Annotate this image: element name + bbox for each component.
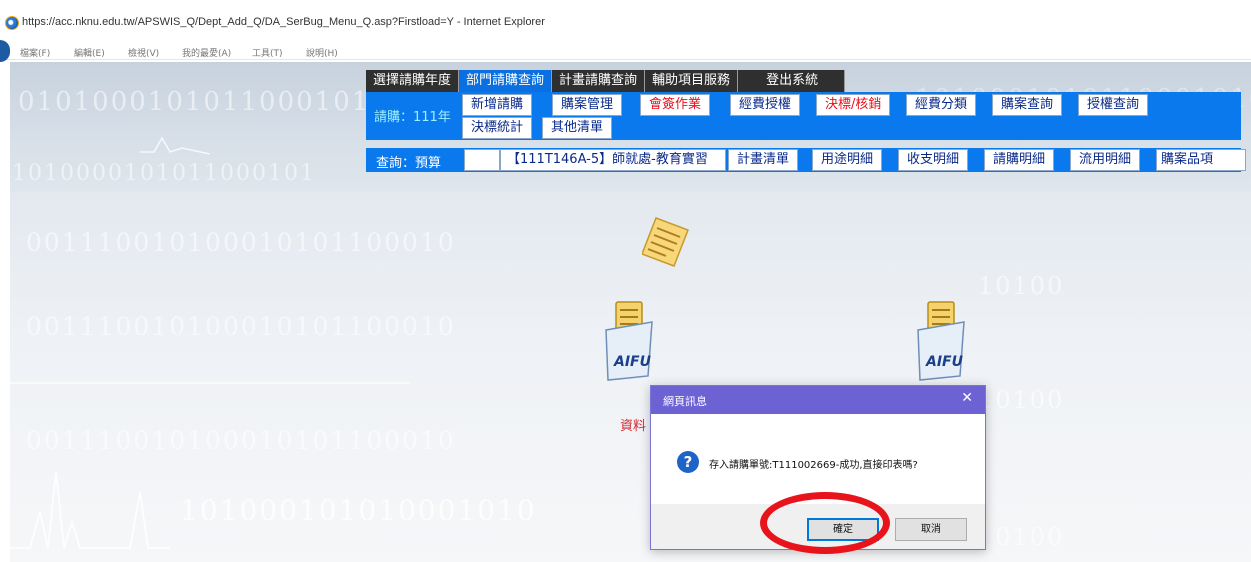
menu-help[interactable]: 說明(H) bbox=[306, 46, 338, 59]
authorization-query-button[interactable]: 授權查詢 bbox=[1078, 94, 1149, 116]
binary-decoration: 1010000101011000101 bbox=[12, 161, 316, 186]
tab-aux-services[interactable]: 輔助項目服務 bbox=[645, 70, 739, 92]
dialog-title: 網頁訊息 bbox=[663, 395, 707, 408]
award-statistics-button[interactable]: 決標統計 bbox=[462, 117, 533, 139]
add-purchase-button[interactable]: 新增請購 bbox=[462, 94, 533, 116]
other-list-button[interactable]: 其他清單 bbox=[542, 117, 613, 139]
budget-authorization-button[interactable]: 經費授權 bbox=[730, 94, 801, 116]
tab-select-year[interactable]: 選擇請購年度 bbox=[366, 70, 460, 92]
annotation-highlight-circle bbox=[760, 492, 890, 554]
window-title-bar: https://acc.nknu.edu.tw/APSWIS_Q/Dept_Ad… bbox=[0, 0, 1251, 40]
budget-category-button[interactable]: 經費分類 bbox=[906, 94, 977, 116]
binary-decoration: 001110010100010101100010 bbox=[26, 228, 456, 257]
binary-decoration: 10100 bbox=[978, 272, 1065, 300]
document-icon[interactable] bbox=[642, 216, 690, 268]
dialog-title-bar: 網頁訊息 ✕ bbox=[651, 386, 985, 414]
close-icon[interactable]: ✕ bbox=[961, 390, 973, 406]
binary-decoration: 0101000101011000101 bbox=[18, 87, 371, 117]
window-title: https://acc.nknu.edu.tw/APSWIS_Q/Dept_Ad… bbox=[22, 16, 545, 28]
query-toolbar: 查詢：預算 【111T146A-5】師就處-教育實習 計畫清單 用途明細 收支明… bbox=[366, 148, 1246, 172]
query-budget-label: 查詢：預算 bbox=[376, 156, 442, 171]
plan-select[interactable]: 【111T146A-5】師就處-教育實習 bbox=[500, 149, 726, 171]
case-management-button[interactable]: 購案管理 bbox=[552, 94, 623, 116]
binary-decoration: 001110010100010101100010 bbox=[26, 312, 456, 341]
menu-tools[interactable]: 工具(T) bbox=[252, 46, 283, 59]
countersign-button[interactable]: 會簽作業 bbox=[640, 94, 711, 116]
cancel-button[interactable]: 取消 bbox=[895, 518, 967, 541]
internet-explorer-icon bbox=[5, 16, 19, 30]
binary-decoration: 10100 bbox=[978, 386, 1065, 414]
tab-plan-purchase-query[interactable]: 計畫請購查詢 bbox=[552, 70, 646, 92]
purchase-toolbar: 請購：111年 新增請購 購案管理 會簽作業 經費授權 決標/核銷 經費分類 購… bbox=[366, 92, 1241, 140]
case-query-button[interactable]: 購案查詢 bbox=[992, 94, 1063, 116]
tab-dept-purchase-query[interactable]: 部門請購查詢 bbox=[459, 70, 553, 92]
divider-line-decoration bbox=[10, 382, 410, 384]
award-writeoff-button[interactable]: 決標/核銷 bbox=[816, 94, 891, 116]
svg-text:AIFU: AIFU bbox=[613, 354, 652, 370]
tab-logout[interactable]: 登出系統 bbox=[738, 70, 846, 92]
menu-edit[interactable]: 編輯(E) bbox=[74, 46, 105, 59]
budget-type-select[interactable] bbox=[464, 149, 500, 171]
question-icon: ? bbox=[677, 451, 699, 473]
main-nav-tabs: 選擇請購年度 部門請購查詢 計畫請購查詢 輔助項目服務 登出系統 bbox=[366, 70, 846, 92]
menu-view[interactable]: 檢視(V) bbox=[128, 46, 159, 59]
menu-file[interactable]: 檔案(F) bbox=[20, 46, 50, 59]
purchase-year-label: 請購：111年 bbox=[374, 110, 451, 125]
income-expense-detail-button[interactable]: 收支明細 bbox=[898, 149, 969, 171]
purchase-detail-button[interactable]: 請購明細 bbox=[984, 149, 1055, 171]
svg-text:AIFU: AIFU bbox=[925, 354, 964, 370]
menu-bar: 檔案(F) 編輯(E) 檢視(V) 我的最愛(A) 工具(T) 說明(H) bbox=[0, 40, 1251, 60]
binary-decoration: 001110010100010101100010 bbox=[26, 426, 456, 455]
dialog-message: 存入請購單號:T111002669-成功,直接印表嗎? bbox=[709, 460, 918, 471]
plan-list-button[interactable]: 計畫清單 bbox=[728, 149, 799, 171]
resource-link[interactable]: 資料 bbox=[620, 415, 646, 434]
pulse-line-decoration bbox=[140, 136, 210, 155]
menu-favorites[interactable]: 我的最愛(A) bbox=[182, 46, 231, 59]
aifu-folder-icon[interactable]: AIFU bbox=[602, 300, 656, 382]
binary-decoration: 10100 bbox=[978, 523, 1065, 551]
purchase-items-button[interactable]: 購案品項 bbox=[1156, 149, 1246, 171]
waveform-decoration bbox=[10, 471, 170, 549]
transfer-detail-button[interactable]: 流用明細 bbox=[1070, 149, 1141, 171]
usage-detail-button[interactable]: 用途明細 bbox=[812, 149, 883, 171]
aifu-folder-icon[interactable]: AIFU bbox=[914, 300, 968, 382]
